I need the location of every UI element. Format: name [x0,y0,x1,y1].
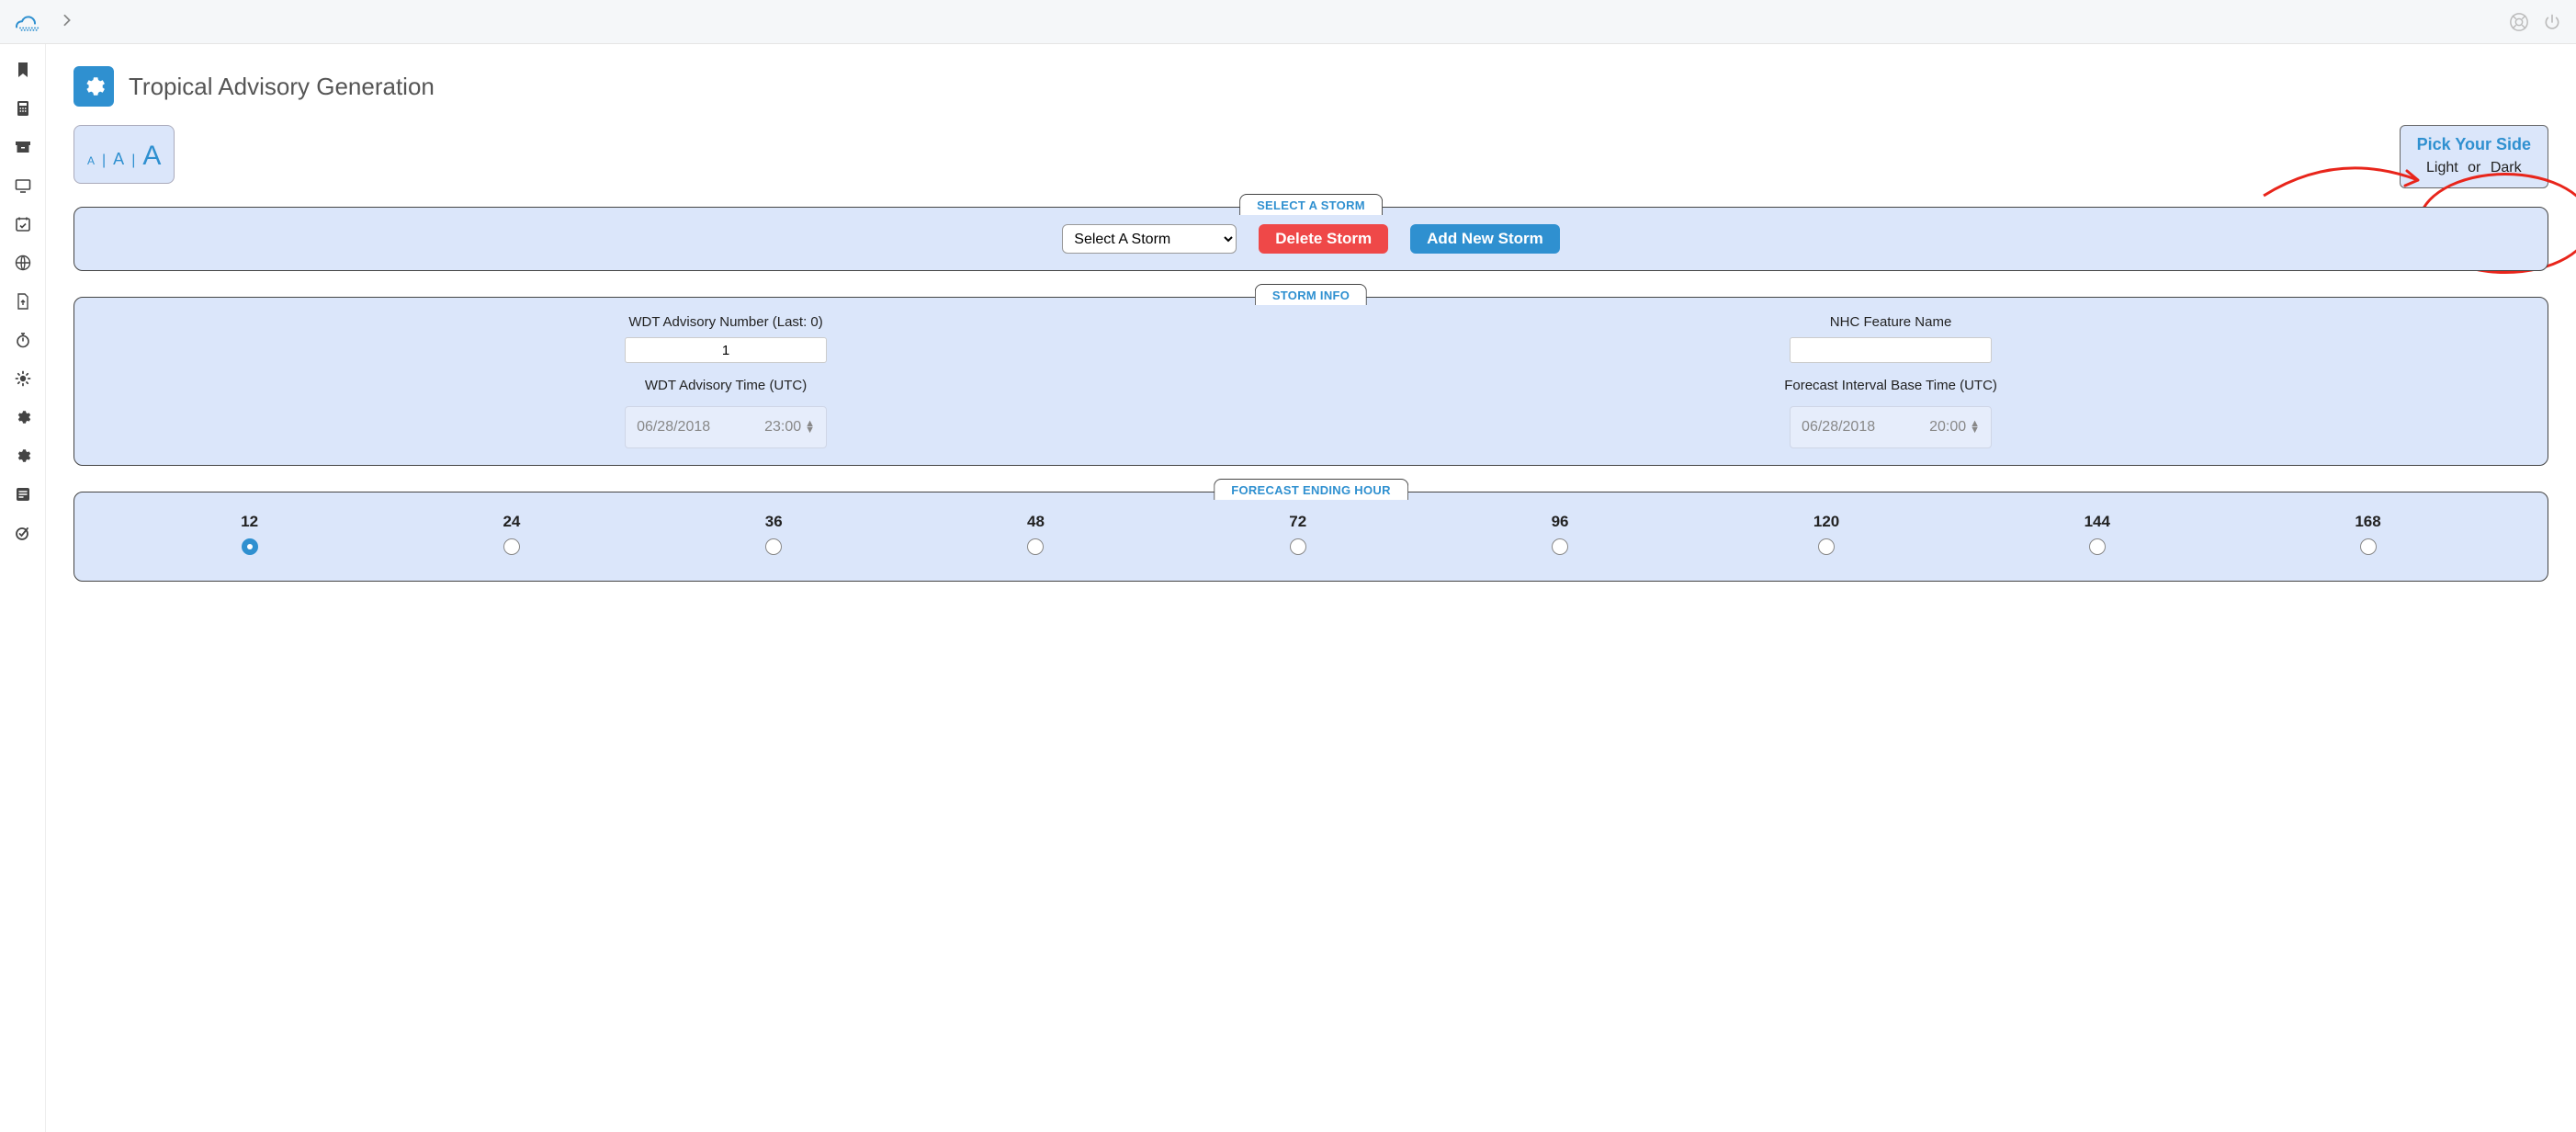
nhc-name-input[interactable] [1790,337,1992,363]
font-size-medium[interactable]: A [113,150,124,169]
gear-icon[interactable] [14,408,32,426]
font-size-large[interactable]: A [142,141,161,172]
hour-label: 120 [1813,513,1839,531]
delete-storm-button[interactable]: Delete Storm [1259,224,1388,254]
interval-datetime[interactable]: 06/28/2018 20:00 ▲▼ [1790,406,1992,448]
gear-alt-icon[interactable] [14,447,32,465]
title-row: Tropical Advisory Generation [73,66,2548,107]
hour-option-120[interactable]: 120 [1813,513,1839,555]
hour-radio[interactable] [1552,538,1568,555]
up-down-icon[interactable]: ▲▼ [805,421,815,434]
font-size-switcher[interactable]: A | A | A [73,125,175,184]
sun-icon[interactable] [14,369,32,388]
hour-radio[interactable] [1290,538,1306,555]
theme-or: or [2468,160,2480,175]
file-upload-icon[interactable] [14,292,32,311]
hour-option-72[interactable]: 72 [1289,513,1306,555]
interval-label: Forecast Interval Base Time (UTC) [1784,378,1997,393]
wdt-time: 23:00 [764,419,801,436]
wdt-num-label: WDT Advisory Number (Last: 0) [628,314,822,330]
hour-radio[interactable] [242,538,258,555]
app-logo [11,6,44,39]
hour-radio[interactable] [1818,538,1835,555]
hour-label: 12 [241,513,258,531]
hour-radio[interactable] [503,538,520,555]
calculator-icon[interactable] [14,99,32,118]
select-storm-panel: SELECT A STORM Select A Storm Delete Sto… [73,207,2548,271]
list-check-icon[interactable] [14,485,32,504]
theme-picker: Pick Your Side Light or Dark [2400,125,2548,188]
hour-label: 24 [503,513,520,531]
hour-option-24[interactable]: 24 [503,513,520,555]
storm-select[interactable]: Select A Storm [1062,224,1237,254]
wdt-datetime[interactable]: 06/28/2018 23:00 ▲▼ [625,406,827,448]
wdt-time-label: WDT Advisory Time (UTC) [645,378,807,393]
hour-label: 96 [1552,513,1569,531]
hour-label: 36 [765,513,783,531]
stopwatch-icon[interactable] [14,331,32,349]
page-title: Tropical Advisory Generation [129,73,435,101]
hour-option-48[interactable]: 48 [1027,513,1045,555]
storm-info-tab: STORM INFO [1255,284,1367,305]
hour-label: 72 [1289,513,1306,531]
hour-radio[interactable] [2360,538,2377,555]
interval-time: 20:00 [1929,419,1966,436]
hour-radio[interactable] [1027,538,1044,555]
hour-option-12[interactable]: 12 [241,513,258,555]
left-nav-rail [0,44,46,1132]
main-content: Tropical Advisory Generation A | A | A P… [46,44,2576,1132]
hour-option-144[interactable]: 144 [2085,513,2110,555]
up-down-icon-2[interactable]: ▲▼ [1970,421,1980,434]
hour-option-96[interactable]: 96 [1552,513,1569,555]
hour-radio[interactable] [765,538,782,555]
hour-option-168[interactable]: 168 [2355,513,2380,555]
select-storm-tab: SELECT A STORM [1239,194,1383,215]
theme-dark[interactable]: Dark [2491,160,2522,175]
hour-radio[interactable] [2089,538,2106,555]
check-circle-icon[interactable] [14,524,32,542]
forecast-hour-panel: FORECAST ENDING HOUR 1224364872961201441… [73,492,2548,582]
forecast-hour-tab: FORECAST ENDING HOUR [1214,479,1408,500]
monitor-icon[interactable] [14,176,32,195]
interval-date: 06/28/2018 [1802,419,1875,436]
archive-icon[interactable] [14,138,32,156]
calendar-check-icon[interactable] [14,215,32,233]
globe-icon[interactable] [14,254,32,272]
hour-label: 144 [2085,513,2110,531]
page-gear-icon [73,66,114,107]
wdt-date: 06/28/2018 [637,419,710,436]
hour-label: 168 [2355,513,2380,531]
font-size-small[interactable]: A [87,154,95,167]
power-icon[interactable] [2539,9,2565,35]
nhc-name-label: NHC Feature Name [1830,314,1952,330]
help-icon[interactable] [2506,9,2532,35]
add-storm-button[interactable]: Add New Storm [1410,224,1560,254]
theme-title: Pick Your Side [2417,135,2531,154]
chevron-right-icon[interactable] [61,12,73,31]
storm-info-panel: STORM INFO WDT Advisory Number (Last: 0)… [73,297,2548,466]
hour-label: 48 [1027,513,1045,531]
top-bar [0,0,2576,44]
bookmark-icon[interactable] [14,61,32,79]
hour-option-36[interactable]: 36 [765,513,783,555]
theme-light[interactable]: Light [2426,160,2458,175]
wdt-num-input[interactable] [625,337,827,363]
